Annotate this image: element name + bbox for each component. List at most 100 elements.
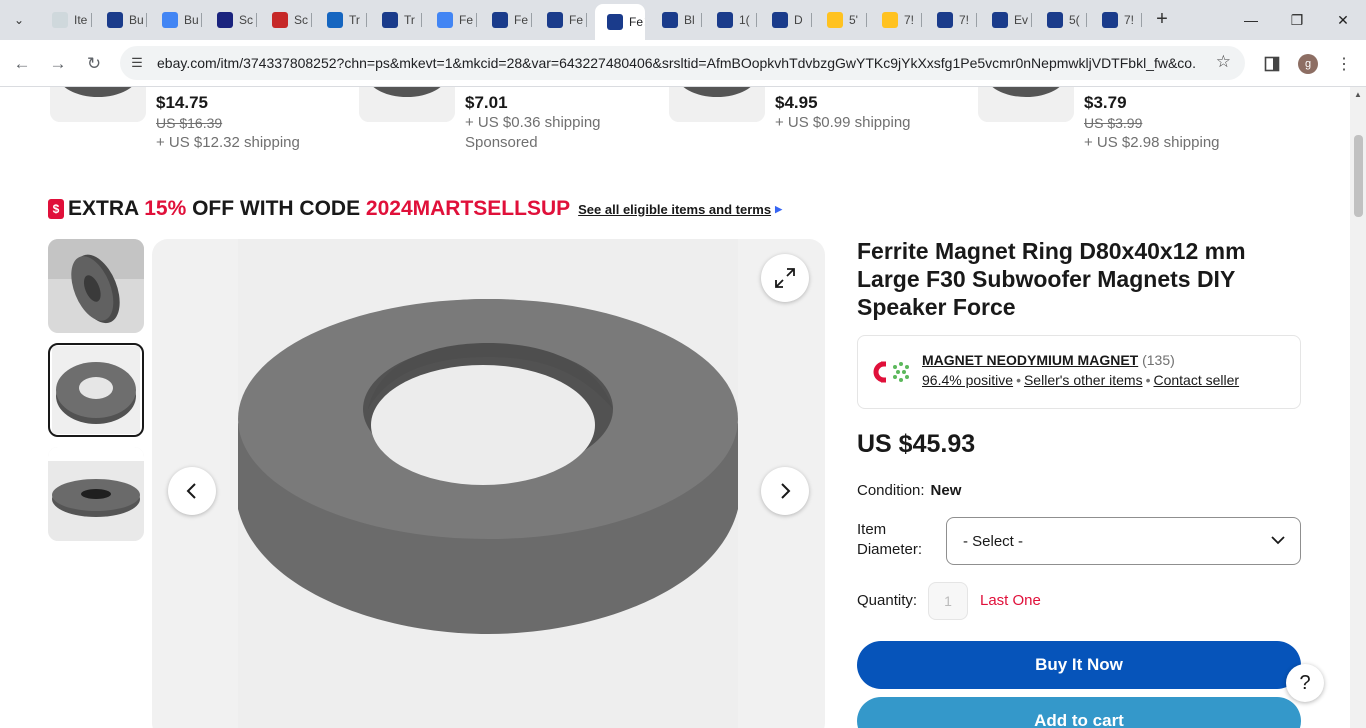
scrollbar-thumb[interactable] xyxy=(1354,135,1363,217)
stock-note: Last One xyxy=(980,592,1041,609)
tab-separator xyxy=(701,13,702,27)
tab-label: 7! xyxy=(904,13,915,27)
side-panel-icon[interactable] xyxy=(1259,51,1285,77)
thumbnail-1-image xyxy=(48,239,144,333)
bookmark-star-icon[interactable]: ☆ xyxy=(1216,52,1231,72)
previous-image-button[interactable] xyxy=(168,467,216,515)
recommended-item-price: $14.75 xyxy=(156,93,208,112)
browser-tab[interactable]: 7! xyxy=(1090,6,1142,34)
tab-search-icon[interactable]: ⌄ xyxy=(6,7,32,33)
tab-label: Ite xyxy=(74,13,88,27)
browser-tab[interactable]: Fe✕ xyxy=(595,4,645,40)
browser-tab[interactable]: Bl xyxy=(650,6,702,34)
help-button[interactable]: ? xyxy=(1286,664,1324,702)
tab-label: Fe xyxy=(629,15,644,29)
next-image-button[interactable] xyxy=(761,467,809,515)
tab-separator xyxy=(201,13,202,27)
chevron-down-icon xyxy=(1271,536,1285,545)
recommended-item-was-price: US $16.39 xyxy=(156,115,223,131)
promo-terms-link[interactable]: See all eligible items and terms xyxy=(578,202,771,217)
site-info-icon[interactable]: ☰ xyxy=(123,49,151,77)
tab-label: 1( xyxy=(739,13,750,27)
seller-feedback-count: (135) xyxy=(1142,352,1175,368)
feedback-percent-link[interactable]: 96.4% positive xyxy=(922,372,1013,388)
browser-tab[interactable]: 5' xyxy=(815,6,867,34)
minimize-icon[interactable]: — xyxy=(1228,0,1274,40)
promo-middle: OFF WITH CODE xyxy=(186,197,366,220)
restore-icon[interactable]: ❐ xyxy=(1274,0,1320,40)
quantity-input[interactable]: 1 xyxy=(928,582,968,620)
buy-it-now-button[interactable]: Buy It Now xyxy=(857,641,1301,689)
recommended-item-image[interactable] xyxy=(669,87,765,122)
contact-seller-link[interactable]: Contact seller xyxy=(1153,372,1239,388)
seller-card: MAGNET NEODYMIUM MAGNET (135) 96.4% posi… xyxy=(857,335,1301,409)
browser-tab[interactable]: D xyxy=(760,6,812,34)
page-content: $14.75 US $16.39 + US $12.32 shipping $7.01… xyxy=(0,87,1350,728)
tab-separator xyxy=(311,13,312,27)
tab-favicon-icon xyxy=(882,12,898,28)
address-bar[interactable]: ☰ ebay.com/itm/374337808252?chn=ps&mkevt… xyxy=(120,46,1245,80)
menu-kebab-icon[interactable]: ⋮ xyxy=(1331,51,1357,77)
new-tab-button[interactable]: + xyxy=(1150,7,1174,31)
close-tab-icon[interactable]: ✕ xyxy=(643,14,645,31)
tab-separator xyxy=(146,13,147,27)
thumbnail-3-image xyxy=(48,447,144,541)
tab-label: Sc xyxy=(294,13,309,27)
seller-name-link[interactable]: MAGNET NEODYMIUM MAGNET xyxy=(922,352,1138,368)
profile-avatar[interactable]: g xyxy=(1295,51,1321,77)
tab-separator xyxy=(366,13,367,27)
item-diameter-select[interactable]: - Select - xyxy=(946,517,1301,565)
browser-tab[interactable]: Tr xyxy=(315,6,367,34)
close-window-icon[interactable]: ✕ xyxy=(1320,0,1366,40)
condition-row: Condition: New xyxy=(857,482,961,499)
thumbnail-3[interactable] xyxy=(48,447,144,541)
other-items-link[interactable]: Seller's other items xyxy=(1024,372,1143,388)
tab-favicon-icon xyxy=(162,12,178,28)
browser-tab[interactable]: Ev xyxy=(980,6,1032,34)
browser-tab[interactable]: Fe xyxy=(480,6,532,34)
tab-separator xyxy=(1031,13,1032,27)
recommended-item-image[interactable] xyxy=(50,87,146,122)
magnet-ring-photo xyxy=(238,239,738,728)
back-icon[interactable]: ← xyxy=(8,50,36,78)
recommended-item-price: $3.79 xyxy=(1084,93,1127,112)
browser-tab[interactable]: 7! xyxy=(870,6,922,34)
tab-label: Fe xyxy=(514,13,529,27)
product-title: Ferrite Magnet Ring D80x40x12 mm Large F… xyxy=(857,238,1246,320)
url-text[interactable]: ebay.com/itm/374337808252?chn=ps&mkevt=1… xyxy=(157,55,1197,71)
browser-tab[interactable]: 1( xyxy=(705,6,757,34)
browser-tab[interactable]: 5( xyxy=(1035,6,1087,34)
browser-tab[interactable]: Sc xyxy=(205,6,257,34)
browser-tab[interactable]: Sc xyxy=(260,6,312,34)
recommended-item-image[interactable] xyxy=(359,87,455,122)
tab-separator xyxy=(811,13,812,27)
tab-separator xyxy=(531,13,532,27)
scroll-up-arrow-icon[interactable]: ▲ xyxy=(1354,90,1362,99)
browser-tab[interactable]: Fe xyxy=(535,6,587,34)
add-to-cart-button[interactable]: Add to cart xyxy=(857,697,1301,728)
tab-label: Tr xyxy=(349,13,360,27)
main-product-image[interactable] xyxy=(152,239,825,728)
product-price: US $45.93 xyxy=(857,430,976,458)
browser-tab[interactable]: 7! xyxy=(925,6,977,34)
browser-tab[interactable]: Bu xyxy=(95,6,147,34)
thumbnail-1[interactable] xyxy=(48,239,144,333)
tab-favicon-icon xyxy=(827,12,843,28)
tab-favicon-icon xyxy=(1047,12,1063,28)
browser-tab[interactable]: Bu xyxy=(150,6,202,34)
recommended-item-image[interactable] xyxy=(978,87,1074,122)
page-scrollbar[interactable]: ▲ xyxy=(1350,87,1366,728)
recommended-item-text: $3.79 US $3.99 + US $2.98 shipping xyxy=(1084,93,1284,153)
expand-fullscreen-icon[interactable] xyxy=(761,254,809,302)
recommended-item-shipping: + US $0.36 shipping xyxy=(465,114,601,131)
forward-icon[interactable]: → xyxy=(44,50,72,78)
reload-icon[interactable]: ↻ xyxy=(80,50,108,78)
quantity-label: Quantity: xyxy=(857,592,918,609)
browser-tab[interactable]: Fe xyxy=(425,6,477,34)
promo-banner: $ EXTRA 15% OFF WITH CODE 2024MARTSELLSU… xyxy=(48,197,782,221)
browser-tab[interactable]: Ite xyxy=(40,6,92,34)
thumbnail-2-selected[interactable] xyxy=(48,343,144,437)
browser-tab[interactable]: Tr xyxy=(370,6,422,34)
tab-separator xyxy=(976,13,977,27)
condition-label: Condition: xyxy=(857,482,925,499)
